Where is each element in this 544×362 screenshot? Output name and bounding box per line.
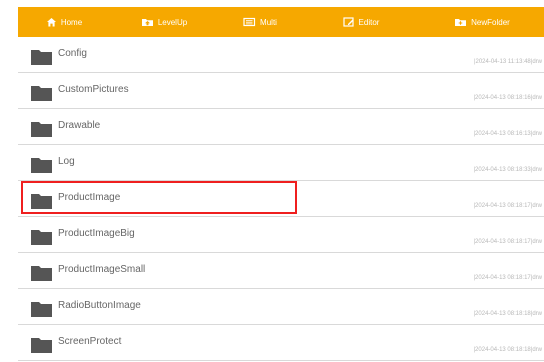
folder-name: ProductImageBig (58, 228, 135, 239)
folder-meta: |2024-04-13 11:13:48|drw (473, 59, 542, 65)
folder-meta: |2024-04-13 08:18:17|drw (473, 203, 543, 209)
folder-name: Log (58, 156, 75, 167)
folder-row-productimage[interactable]: ProductImage |2024-04-13 08:18:17|drw (18, 181, 544, 217)
folder-list: Config |2024-04-13 11:13:48|drw CustomPi… (18, 37, 544, 362)
folder-row-screenprotect[interactable]: ScreenProtect |2024-04-13 08:18:18|drw (18, 325, 544, 361)
folder-name: RadioButtonImage (58, 300, 141, 311)
folder-name: ScreenProtect (58, 336, 122, 347)
folder-row-drawable[interactable]: Drawable |2024-04-13 08:16:13|drw (18, 109, 544, 145)
multi-select-label: Multi (260, 17, 277, 27)
folder-row-config[interactable]: Config |2024-04-13 11:13:48|drw (18, 37, 544, 73)
folder-name: CustomPictures (58, 84, 129, 95)
folder-row-log[interactable]: Log |2024-04-13 08:18:33|drw (18, 145, 544, 181)
new-folder-button[interactable]: NewFolder (420, 7, 544, 37)
folder-name: ProductImage (58, 192, 121, 203)
folder-icon (31, 86, 52, 101)
folder-meta: |2024-04-13 08:16:13|drw (473, 131, 543, 137)
folder-icon (31, 158, 52, 173)
folder-icon (31, 338, 52, 353)
folder-row-productimagebig[interactable]: ProductImageBig |2024-04-13 08:18:17|drw (18, 217, 544, 253)
folder-icon (31, 50, 52, 65)
folder-row-radiobuttonimage[interactable]: RadioButtonImage |2024-04-13 08:18:18|dr… (18, 289, 544, 325)
folder-meta: |2024-04-13 08:18:18|drw (473, 347, 543, 353)
folder-meta: |2024-04-13 08:18:33|drw (473, 167, 543, 173)
new-folder-label: NewFolder (471, 17, 510, 27)
file-manager-screen: Home LevelUp Multi Editor NewFolder Conf… (0, 0, 544, 362)
level-up-button[interactable]: LevelUp (110, 7, 218, 37)
folder-icon (31, 122, 52, 137)
folder-name: Drawable (58, 120, 101, 131)
home-button[interactable]: Home (18, 7, 110, 37)
folder-row-productimagesmall[interactable]: ProductImageSmall |2024-04-13 08:18:17|d… (18, 253, 544, 289)
folder-name: Config (58, 48, 87, 59)
folder-meta: |2024-04-13 08:18:18|drw (473, 311, 543, 317)
level-up-icon (141, 17, 154, 27)
home-icon (46, 17, 57, 27)
folder-row-custompictures[interactable]: CustomPictures |2024-04-13 08:18:16|drw (18, 73, 544, 109)
new-folder-icon (454, 17, 467, 27)
multi-select-icon (243, 17, 256, 27)
folder-icon (31, 302, 52, 317)
editor-button[interactable]: Editor (302, 7, 420, 37)
folder-meta: |2024-04-13 08:18:17|drw (473, 275, 543, 281)
editor-label: Editor (358, 17, 380, 27)
folder-meta: |2024-04-13 08:18:17|drw (473, 239, 543, 245)
file-toolbar: Home LevelUp Multi Editor NewFolder (18, 7, 544, 37)
home-label: Home (60, 17, 83, 27)
level-up-label: LevelUp (157, 17, 188, 27)
folder-meta: |2024-04-13 08:18:16|drw (473, 95, 543, 101)
folder-name: ProductImageSmall (58, 264, 146, 275)
folder-icon (31, 194, 52, 209)
multi-select-button[interactable]: Multi (218, 7, 302, 37)
folder-icon (31, 230, 52, 245)
folder-icon (31, 266, 52, 281)
editor-icon (342, 17, 355, 27)
